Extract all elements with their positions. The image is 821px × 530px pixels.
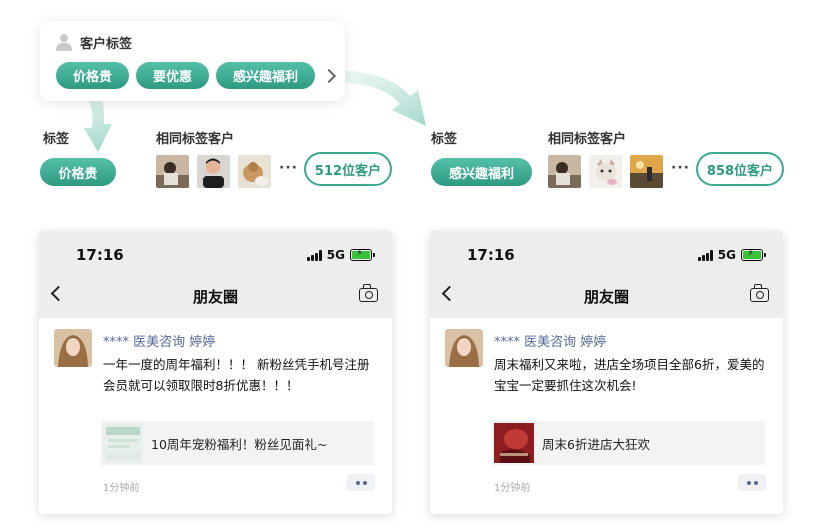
right-tag-label: 标签 — [431, 132, 458, 147]
avatar — [238, 155, 271, 188]
link-card[interactable]: 周末6折进店大狂欢 — [492, 421, 765, 465]
post-time: 1分钟前 — [103, 483, 140, 494]
camera-icon[interactable] — [750, 284, 769, 302]
nav-title: 朋友圈 — [583, 288, 629, 306]
left-customer-count[interactable]: 512位客户 — [304, 152, 392, 186]
link-card[interactable]: 10周年宠粉福利！粉丝见面礼~ — [101, 421, 374, 465]
customer-tag-card: 客户标签 价格贵 要优惠 感兴趣福利 — [40, 21, 345, 101]
card-title: 客户标签 — [80, 37, 133, 52]
phone-screen-1: 17:16 5G ⚡ 朋友圈 **** 医美咨询 婷婷 一年一度的周年福利！！！… — [39, 231, 392, 514]
left-tag-label: 标签 — [43, 132, 70, 147]
post-author-name[interactable]: **** 医美咨询 婷婷 — [103, 331, 215, 350]
tag-chip-price[interactable]: 价格贵 — [56, 62, 130, 89]
chevron-right-icon[interactable] — [321, 68, 337, 83]
post-author-name[interactable]: **** 医美咨询 婷婷 — [494, 331, 606, 350]
status-time: 17:16 — [467, 246, 515, 264]
network-label: 5G — [717, 248, 736, 262]
signal-icon — [306, 249, 323, 261]
status-bar: 5G ⚡ — [697, 248, 766, 262]
link-title: 10周年宠粉福利！粉丝见面礼~ — [151, 436, 328, 452]
right-customer-count[interactable]: 858位客户 — [696, 152, 784, 186]
person-icon — [56, 33, 72, 52]
nav-title: 朋友圈 — [192, 288, 238, 306]
right-same-tag-label: 相同标签客户 — [548, 132, 627, 147]
battery-icon: ⚡ — [350, 249, 375, 261]
right-tag-pill[interactable]: 感兴趣福利 — [431, 158, 532, 186]
avatar — [197, 155, 230, 188]
tag-chip-welfare[interactable]: 感兴趣福利 — [216, 62, 316, 89]
avatar — [630, 155, 663, 188]
avatar — [156, 155, 189, 188]
camera-icon[interactable] — [359, 284, 378, 302]
network-label: 5G — [326, 248, 345, 262]
link-title: 周末6折进店大狂欢 — [542, 436, 650, 452]
post-avatar[interactable] — [54, 329, 92, 367]
avatar — [548, 155, 581, 188]
signal-icon — [697, 249, 714, 261]
status-time: 17:16 — [76, 246, 124, 264]
left-tag-pill[interactable]: 价格贵 — [40, 158, 116, 186]
more-dots: ··· — [671, 160, 690, 176]
tag-chip-discount[interactable]: 要优惠 — [136, 62, 210, 89]
battery-icon: ⚡ — [741, 249, 766, 261]
status-bar: 5G ⚡ — [306, 248, 375, 262]
comment-more-button[interactable] — [347, 474, 375, 491]
link-thumbnail — [494, 423, 534, 463]
more-dots: ··· — [279, 160, 298, 176]
post-text: 一年一度的周年福利！！！ 新粉丝凭手机号注册会员就可以领取限时8折优惠！！！ — [103, 357, 370, 393]
post-avatar[interactable] — [445, 329, 483, 367]
post-text: 周末福利又来啦，进店全场项目全部6折，爱美的宝宝一定要抓住这次机会! — [494, 357, 765, 393]
post-time: 1分钟前 — [494, 483, 531, 494]
left-same-tag-label: 相同标签客户 — [156, 132, 235, 147]
avatar — [589, 155, 622, 188]
phone-screen-2: 17:16 5G ⚡ 朋友圈 **** 医美咨询 婷婷 周末福利又来啦，进店全场… — [430, 231, 783, 514]
comment-more-button[interactable] — [738, 474, 766, 491]
link-thumbnail — [103, 423, 143, 463]
